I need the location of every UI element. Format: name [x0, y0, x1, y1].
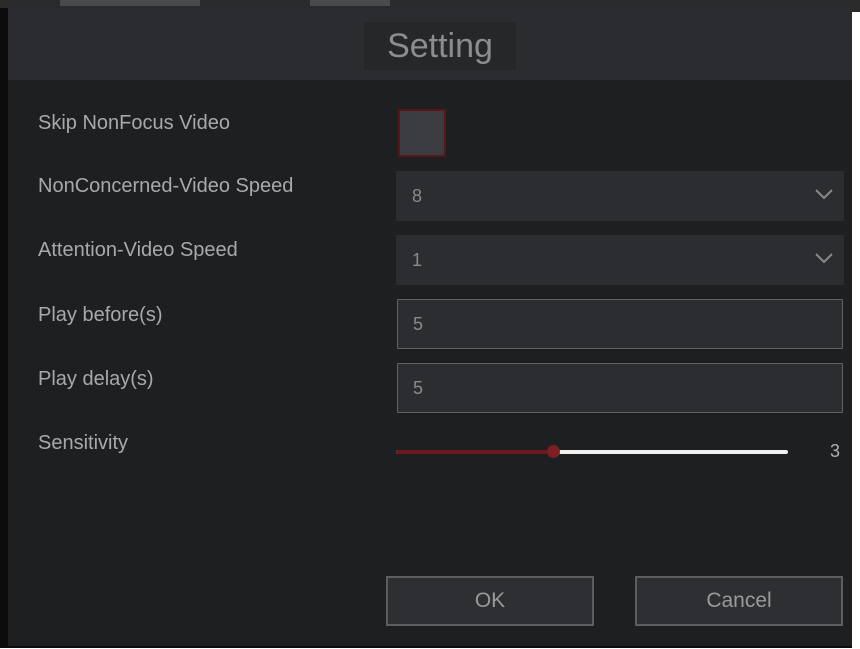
chevron-down-icon [815, 189, 833, 200]
chevron-down-icon [815, 253, 833, 264]
nonconcerned-speed-select[interactable]: 8 [396, 171, 844, 221]
top-strip-detail [310, 0, 390, 6]
attention-speed-select[interactable]: 1 [396, 235, 844, 285]
setting-dialog: Setting Skip NonFocus Video NonConcerned… [0, 8, 852, 648]
skip-nonfocus-checkbox[interactable] [398, 109, 446, 157]
play-before-input[interactable] [397, 299, 843, 349]
sensitivity-label: Sensitivity [38, 432, 129, 454]
play-delay-label: Play delay(s) [38, 368, 154, 390]
play-before-label: Play before(s) [38, 304, 163, 326]
sensitivity-slider-thumb[interactable] [546, 445, 560, 458]
attention-speed-label: Attention-Video Speed [38, 239, 238, 261]
skip-nonfocus-label: Skip NonFocus Video [38, 112, 230, 134]
play-delay-input[interactable] [397, 363, 843, 413]
ok-button[interactable]: OK [386, 576, 594, 626]
cancel-button[interactable]: Cancel [635, 576, 843, 626]
sensitivity-value: 3 [830, 441, 841, 461]
dialog-titlebar: Setting [8, 8, 852, 80]
sensitivity-slider[interactable] [396, 445, 788, 458]
dialog-title: Setting [364, 22, 516, 70]
sensitivity-slider-fill [396, 450, 553, 454]
top-strip-detail [60, 0, 200, 6]
attention-speed-value: 1 [412, 250, 423, 270]
nonconcerned-speed-value: 8 [412, 186, 423, 206]
nonconcerned-speed-label: NonConcerned-Video Speed [38, 175, 294, 197]
